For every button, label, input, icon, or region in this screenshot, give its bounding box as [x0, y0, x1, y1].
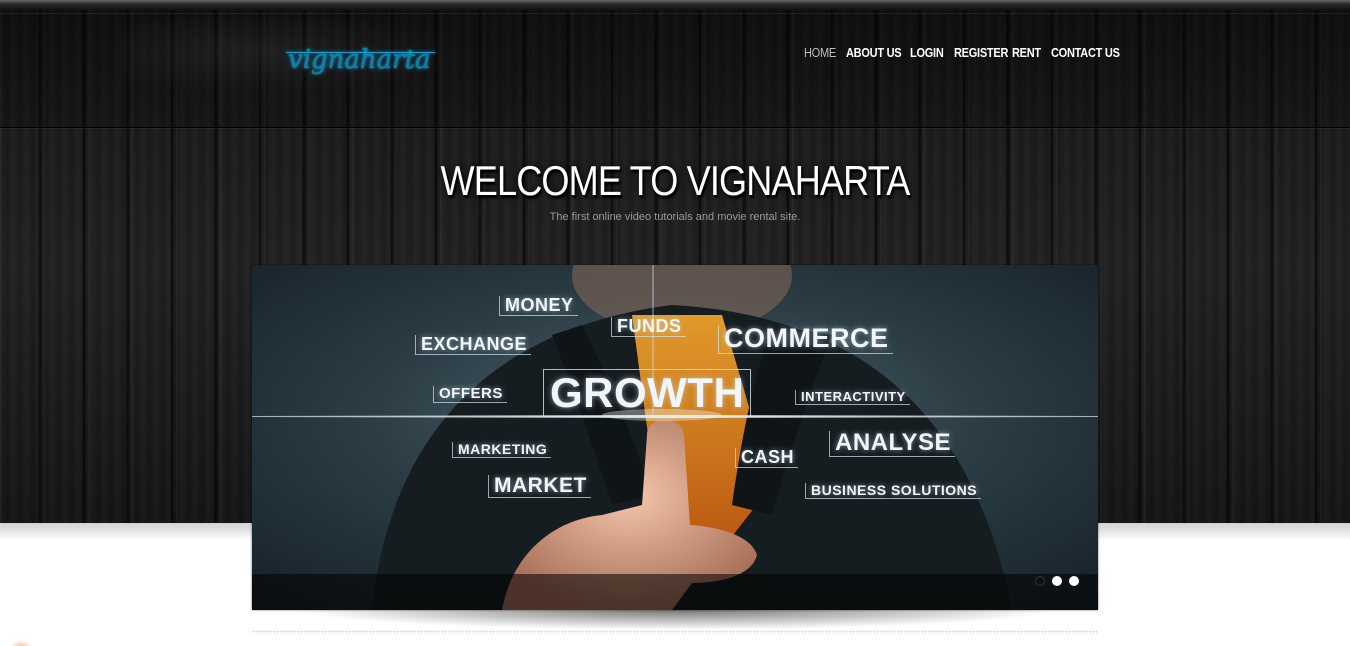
slider-dot-1[interactable]: [1035, 576, 1045, 586]
slide-word-market: MARKET: [488, 475, 591, 498]
slide-word-funds: FUNDS: [611, 317, 686, 337]
slide-word-analyse: ANALYSE: [829, 431, 955, 457]
nav-item-register[interactable]: REGISTER: [954, 46, 1008, 60]
hero-tagline: The first online video tutorials and mov…: [549, 211, 801, 223]
content-divider: [252, 630, 1098, 634]
top-strip: [0, 0, 1350, 10]
site-logo[interactable]: vignaharta: [286, 45, 435, 75]
slide-word-offers: OFFERS: [433, 386, 507, 403]
slide-word-exchange: EXCHANGE: [415, 335, 532, 355]
slider-caption-bar: [252, 574, 1098, 610]
slider-dot-3[interactable]: [1069, 576, 1079, 586]
slide-word-commerce: COMMERCE: [718, 325, 893, 354]
nav-item-home[interactable]: HOME: [804, 46, 836, 60]
slide-word-cash: CASH: [735, 448, 799, 468]
slide-word-marketing: MARKETING: [452, 442, 552, 458]
nav-item-login[interactable]: LOGIN: [910, 46, 944, 60]
nav-item-contact-us[interactable]: CONTACT US: [1051, 46, 1120, 60]
main-nav: HOME ABOUT US LOGIN REGISTER RENT CONTAC…: [804, 46, 1120, 60]
slide-word-interactivity: INTERACTIVITY: [795, 390, 910, 405]
slide-word-business-solutions: BUSINESS SOLUTIONS: [805, 483, 982, 499]
corner-decoration: [10, 640, 32, 646]
nav-item-about-us[interactable]: ABOUT US: [846, 46, 902, 60]
image-slider[interactable]: MONEY FUNDS COMMERCE EXCHANGE GROWTH OFF…: [252, 265, 1098, 610]
slide-word-money: MONEY: [499, 296, 578, 316]
slide-word-growth: GROWTH: [543, 369, 752, 417]
slider-dot-2[interactable]: [1052, 576, 1062, 586]
nav-item-rent[interactable]: RENT: [1012, 46, 1041, 60]
hero-title: WELCOME TO VIGNAHARTA: [440, 157, 911, 204]
